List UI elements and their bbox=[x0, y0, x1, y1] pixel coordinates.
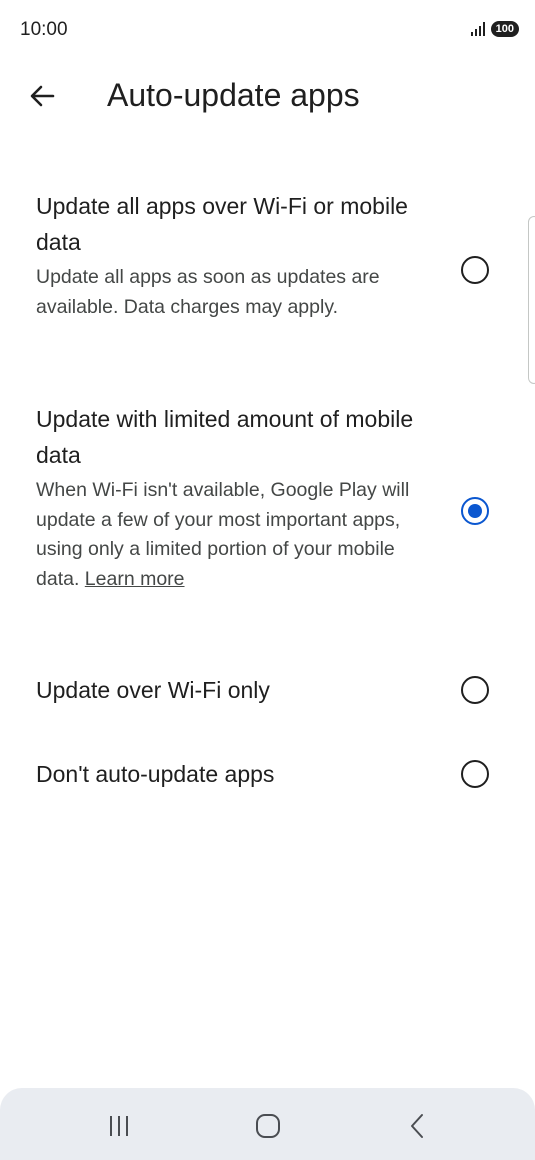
recents-icon bbox=[110, 1116, 128, 1136]
option-title: Update over Wi-Fi only bbox=[36, 677, 270, 703]
option-wifi-or-mobile[interactable]: Update all apps over Wi-Fi or mobile dat… bbox=[0, 185, 535, 365]
navigation-bar bbox=[0, 1088, 535, 1160]
recents-button[interactable] bbox=[89, 1102, 149, 1150]
back-button[interactable] bbox=[22, 76, 62, 116]
app-bar: Auto-update apps bbox=[0, 60, 535, 136]
option-dont-auto-update[interactable]: Don't auto-update apps bbox=[0, 748, 535, 804]
radio-button-selected[interactable] bbox=[461, 497, 489, 525]
option-title: Update all apps over Wi-Fi or mobile dat… bbox=[36, 193, 408, 255]
signal-bars-icon bbox=[470, 22, 485, 36]
radio-button[interactable] bbox=[461, 256, 489, 284]
learn-more-link[interactable]: Learn more bbox=[85, 568, 185, 590]
option-limited-mobile-data[interactable]: Update with limited amount of mobile dat… bbox=[0, 398, 535, 628]
battery-indicator: 100 bbox=[490, 21, 519, 37]
option-wifi-only[interactable]: Update over Wi-Fi only bbox=[0, 664, 535, 720]
home-icon bbox=[256, 1114, 280, 1138]
status-bar: 10:00 100 bbox=[0, 0, 535, 60]
option-title: Update with limited amount of mobile dat… bbox=[36, 406, 414, 468]
back-chevron-icon bbox=[411, 1114, 423, 1138]
arrow-back-icon bbox=[30, 85, 55, 107]
radio-button[interactable] bbox=[461, 676, 489, 704]
option-title: Don't auto-update apps bbox=[36, 761, 275, 787]
page-title: Auto-update apps bbox=[107, 77, 360, 113]
nav-back-button[interactable] bbox=[388, 1102, 448, 1150]
option-description: Update all apps as soon as updates are a… bbox=[36, 266, 380, 318]
home-button[interactable] bbox=[238, 1102, 298, 1150]
status-icons: 100 bbox=[470, 21, 519, 37]
scroll-handle[interactable] bbox=[528, 216, 535, 384]
option-description: When Wi-Fi isn't available, Google Play … bbox=[36, 476, 426, 594]
radio-button[interactable] bbox=[461, 760, 489, 788]
status-time: 10:00 bbox=[20, 19, 68, 40]
